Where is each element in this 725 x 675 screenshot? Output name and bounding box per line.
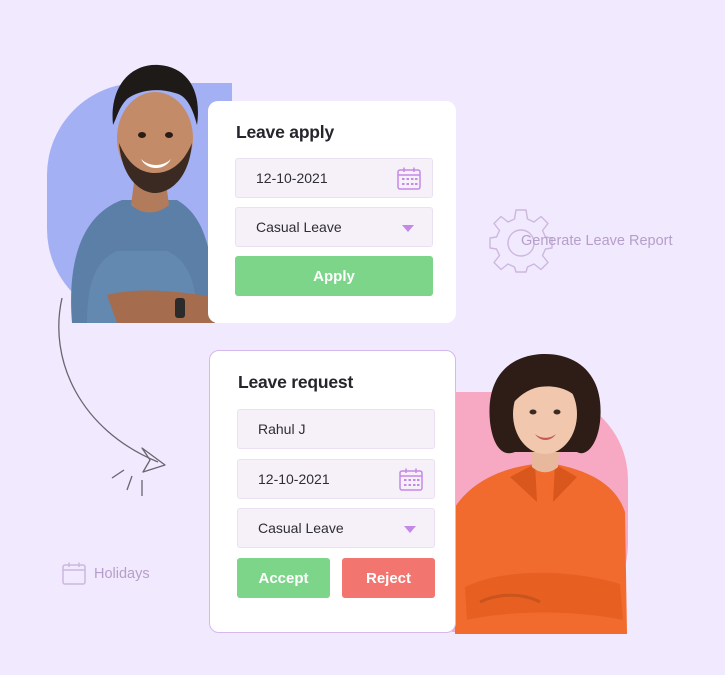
request-leave-type-select[interactable]: Casual Leave [237, 508, 435, 548]
employee-name-value: Rahul J [258, 421, 306, 437]
calendar-icon[interactable] [397, 167, 421, 190]
apply-leave-type-value: Casual Leave [256, 219, 342, 235]
holidays-link[interactable]: Holidays [94, 566, 150, 582]
calendar-icon[interactable] [62, 562, 86, 585]
apply-button[interactable]: Apply [235, 256, 433, 296]
request-date-field[interactable]: 12-10-2021 [237, 459, 435, 499]
apply-date-field[interactable]: 12-10-2021 [235, 158, 433, 198]
man-photo [71, 64, 215, 323]
apply-leave-type-select[interactable]: Casual Leave [235, 207, 433, 247]
curved-arrow-icon [58, 297, 166, 496]
accept-button[interactable]: Accept [237, 558, 330, 598]
calendar-icon[interactable] [399, 468, 423, 491]
woman-photo [455, 354, 627, 634]
apply-date-value: 12-10-2021 [256, 170, 328, 186]
leave-apply-card: Leave apply 12-10-2021 Casual Leave Appl… [208, 101, 456, 323]
chevron-down-icon[interactable] [402, 225, 414, 232]
leave-request-title: Leave request [238, 372, 354, 392]
request-date-value: 12-10-2021 [258, 471, 330, 487]
leave-request-card: Leave request Rahul J 12-10-2021 Casual … [209, 350, 456, 633]
reject-button[interactable]: Reject [342, 558, 435, 598]
generate-leave-report-link[interactable]: Generate Leave Report [521, 233, 673, 249]
employee-name-field[interactable]: Rahul J [237, 409, 435, 449]
leave-apply-title: Leave apply [236, 122, 334, 142]
request-leave-type-value: Casual Leave [258, 520, 344, 536]
chevron-down-icon[interactable] [404, 526, 416, 533]
